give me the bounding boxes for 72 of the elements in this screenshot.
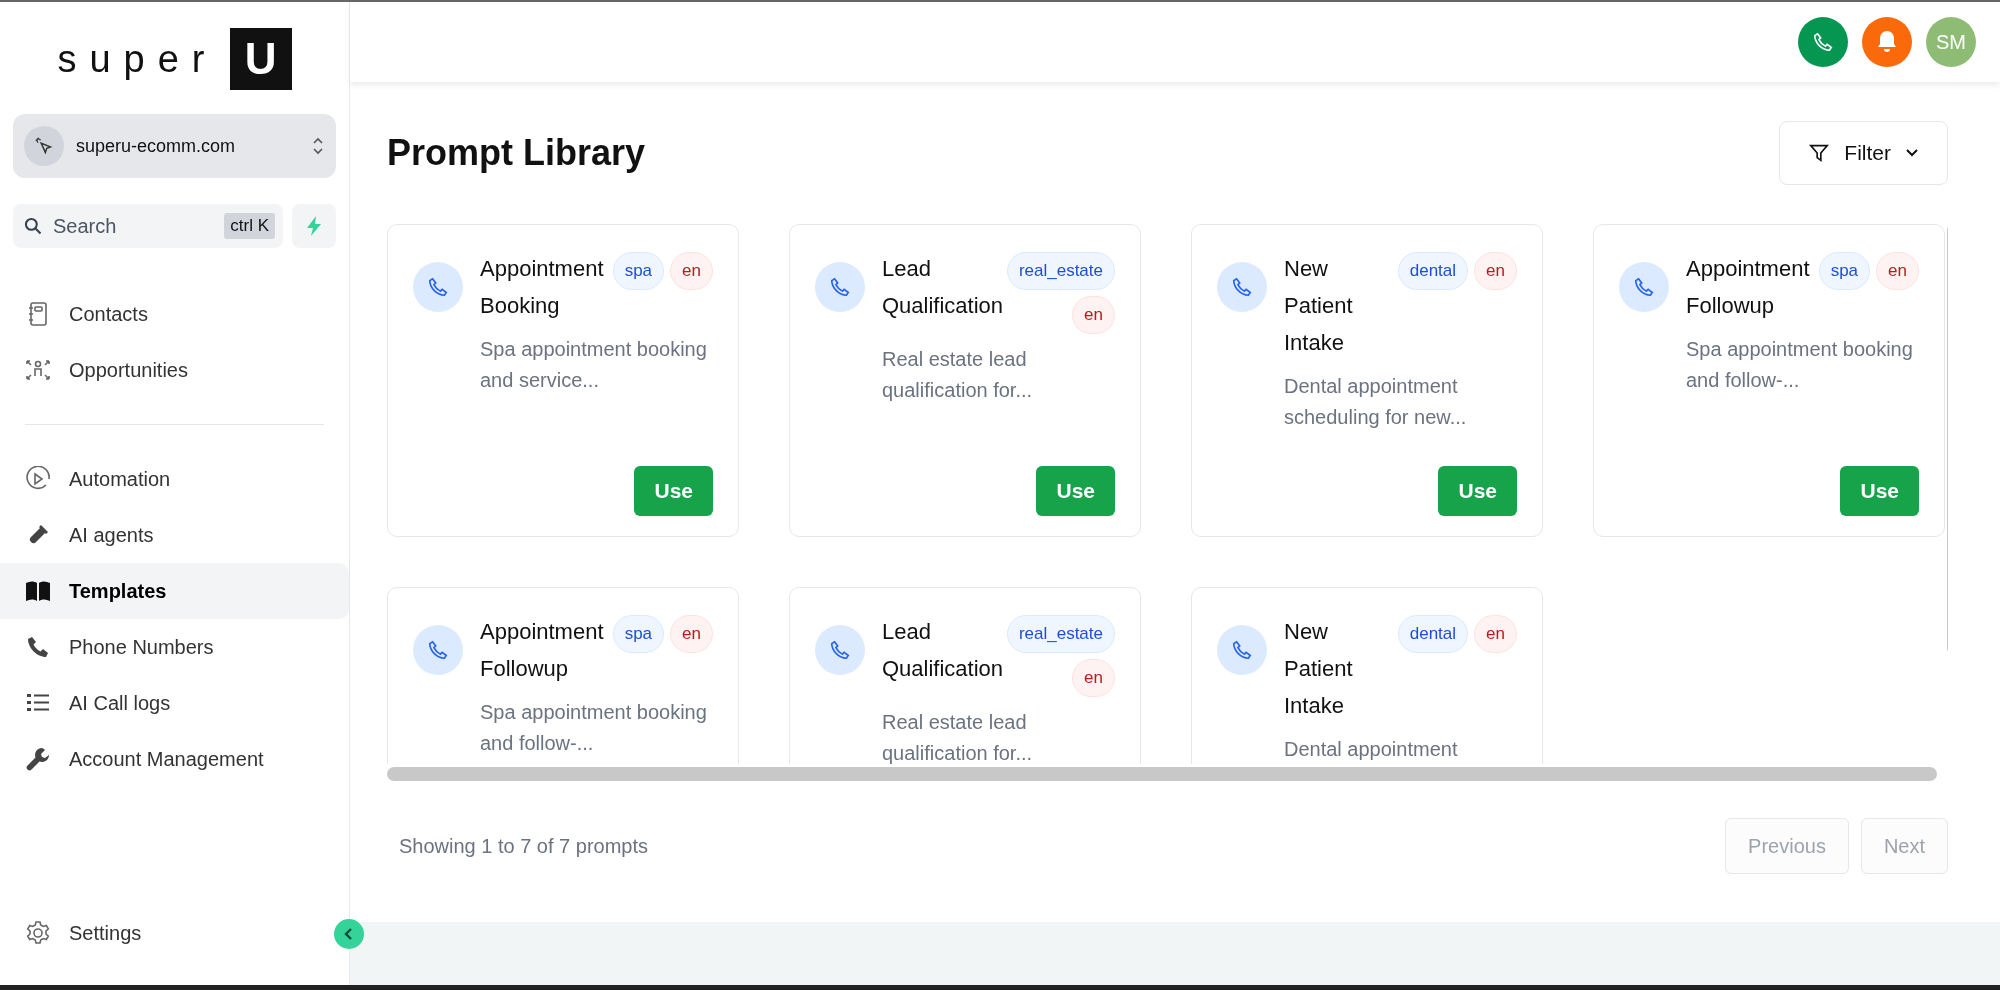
phone-icon bbox=[1812, 31, 1834, 53]
notifications-button[interactable] bbox=[1862, 17, 1912, 67]
quick-action-button[interactable] bbox=[292, 204, 336, 248]
phone-icon bbox=[829, 276, 851, 298]
tag: spa bbox=[612, 615, 665, 653]
prompt-description: Real estate lead qualification for... bbox=[882, 347, 1034, 403]
pagination-summary: Showing 1 to 7 of 7 prompts bbox=[398, 834, 649, 858]
tag: spa bbox=[1818, 252, 1871, 290]
prompt-description: Spa appointment booking and follow-... bbox=[1686, 337, 1914, 393]
lightning-icon bbox=[304, 215, 324, 237]
tag: en bbox=[670, 252, 713, 290]
shortcut-badge: ctrl K bbox=[224, 213, 275, 239]
funnel-icon bbox=[1808, 142, 1831, 164]
prompt-description: Dental appointment bbox=[1284, 737, 1459, 762]
notebook-icon bbox=[26, 301, 50, 327]
tag: en bbox=[670, 615, 713, 653]
nav-item[interactable]: Templates bbox=[0, 563, 349, 619]
phone-icon bbox=[427, 639, 449, 661]
prompt-description: Dental appointment scheduling for new... bbox=[1284, 374, 1468, 430]
prompt-description: Real estate lead qualification for... bbox=[882, 710, 1034, 764]
prompt-title: Appointment Followup bbox=[480, 618, 605, 683]
tag: dental bbox=[1397, 252, 1469, 290]
call-button[interactable] bbox=[1798, 17, 1848, 67]
tag: en bbox=[1474, 252, 1517, 290]
open-book-icon bbox=[25, 580, 51, 602]
prompt-description: Spa appointment booking and follow-... bbox=[480, 700, 708, 756]
prompt-title: New Patient Intake bbox=[1284, 255, 1354, 357]
search-field[interactable]: Search bbox=[51, 213, 217, 239]
nav-item[interactable]: Opportunities bbox=[0, 342, 349, 398]
nav-item[interactable]: Phone Numbers bbox=[0, 619, 349, 675]
tag: spa bbox=[612, 252, 665, 290]
prompt-description: Spa appointment booking and service... bbox=[480, 337, 708, 393]
horizontal-scrollbar[interactable] bbox=[387, 767, 1937, 781]
nav-item[interactable]: Contacts bbox=[0, 286, 349, 342]
tag: en bbox=[1072, 659, 1115, 697]
nav-item[interactable]: Automation bbox=[0, 451, 349, 507]
tag: en bbox=[1876, 252, 1919, 290]
settings-item[interactable]: Settings bbox=[0, 905, 158, 961]
prompt-title: Appointment Followup bbox=[1686, 255, 1811, 320]
tag: dental bbox=[1397, 615, 1469, 653]
chevron-down-icon bbox=[1905, 148, 1919, 158]
chevron-left-icon bbox=[343, 927, 355, 941]
search-box[interactable]: Search ctrl K bbox=[13, 204, 283, 248]
tag: en bbox=[1474, 615, 1517, 653]
nav-item[interactable]: AI Call logs bbox=[0, 675, 349, 731]
phone-icon bbox=[1231, 276, 1253, 298]
tag: real_estate bbox=[1006, 252, 1115, 290]
wrench-icon bbox=[26, 747, 50, 771]
prompt-title: Lead Qualification bbox=[882, 618, 1004, 683]
search-icon bbox=[23, 216, 43, 236]
list-icon bbox=[26, 692, 50, 714]
phone-icon bbox=[1231, 639, 1253, 661]
workspace-switcher[interactable]: superu-ecomm.com bbox=[13, 114, 336, 178]
play-circle-icon bbox=[25, 466, 51, 492]
collapse-sidebar-button[interactable] bbox=[334, 919, 364, 949]
tag: en bbox=[1072, 296, 1115, 334]
prompt-title: Lead Qualification bbox=[882, 255, 1004, 320]
phone-icon bbox=[427, 276, 449, 298]
nav-item[interactable]: AI agents bbox=[0, 507, 349, 563]
logo: super U bbox=[0, 28, 349, 90]
filter-button[interactable]: Filter bbox=[1779, 121, 1948, 185]
nav-item[interactable]: Account Management bbox=[0, 731, 349, 787]
phone-icon bbox=[1633, 276, 1655, 298]
page-title: Prompt Library bbox=[387, 132, 646, 174]
tag: real_estate bbox=[1006, 615, 1115, 653]
people-arrows-icon bbox=[25, 358, 51, 382]
prompt-title: Appointment Booking bbox=[480, 255, 605, 320]
settings-icon bbox=[25, 920, 51, 946]
prompt-title: New Patient Intake bbox=[1284, 618, 1354, 720]
phone-icon bbox=[829, 639, 851, 661]
bell-icon bbox=[1875, 29, 1899, 55]
phone-icon bbox=[26, 635, 50, 659]
